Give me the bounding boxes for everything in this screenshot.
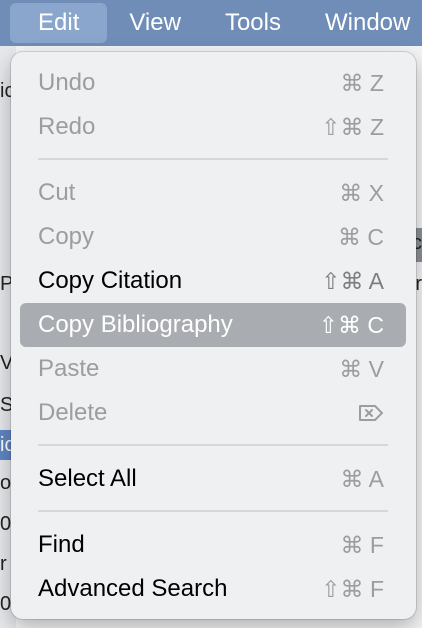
menu-item-label: Advanced Search [38,575,228,602]
background-text-fragment: r [0,553,7,575]
menu-bar: Edit View Tools Window [0,0,422,46]
menubar-edit[interactable]: Edit [10,3,108,43]
menu-item-label: Delete [38,399,108,426]
menu-separator [38,444,388,446]
background-text-fragment: r [415,273,422,295]
menu-separator [38,510,388,512]
menu-item-cut[interactable]: Cut ⌘ X [20,171,406,215]
menu-item-select-all[interactable]: Select All ⌘ A [20,457,406,501]
background-text-fragment: o [0,472,12,494]
menu-item-shortcut: ⌘ X [339,179,384,206]
menu-item-paste[interactable]: Paste ⌘ V [20,347,406,391]
delete-forward-key-icon [358,403,384,423]
menubar-tools[interactable]: Tools [203,0,303,46]
menu-item-label: Cut [38,179,76,206]
menu-item-advanced-search[interactable]: Advanced Search ⇧⌘ F [20,567,406,611]
menu-item-label: Undo [38,69,96,96]
menu-item-find[interactable]: Find ⌘ F [20,523,406,567]
menu-item-label: Paste [38,355,100,382]
menubar-window[interactable]: Window [303,0,422,46]
menu-item-copy-citation[interactable]: Copy Citation ⇧⌘ A [20,259,406,303]
menu-item-label: Copy Citation [38,267,183,294]
menu-item-label: Select All [38,465,137,492]
menu-item-delete[interactable]: Delete [20,391,406,435]
menu-item-shortcut: ⌘ V [339,355,384,382]
menu-item-shortcut: ⌘ C [338,223,384,250]
menu-item-shortcut: ⌘ Z [340,69,384,96]
background-text-fragment: 0 [0,513,12,535]
menu-item-label: Find [38,531,85,558]
menubar-view[interactable]: View [107,0,203,46]
menu-item-label: Redo [38,113,96,140]
edit-menu: Undo ⌘ Z Redo ⇧⌘ Z Cut ⌘ X Copy ⌘ C Copy… [11,52,416,619]
menu-item-label: Copy [38,223,95,250]
menu-item-shortcut: ⌘ F [340,531,384,558]
menu-separator [38,158,388,160]
menu-item-shortcut: ⌘ A [340,465,384,492]
menu-item-shortcut: ⇧⌘ C [318,311,384,338]
menu-item-label: Copy Bibliography [38,311,233,338]
menu-item-shortcut: ⇧⌘ A [321,267,384,294]
menu-item-copy-bibliography[interactable]: Copy Bibliography ⇧⌘ C [20,303,406,347]
menu-item-undo[interactable]: Undo ⌘ Z [20,61,406,105]
menu-item-redo[interactable]: Redo ⇧⌘ Z [20,105,406,149]
menu-item-shortcut: ⇧⌘ Z [321,113,384,140]
menu-item-copy[interactable]: Copy ⌘ C [20,215,406,259]
background-text-fragment: 0 [0,593,12,615]
menu-item-shortcut: ⇧⌘ F [321,575,384,602]
